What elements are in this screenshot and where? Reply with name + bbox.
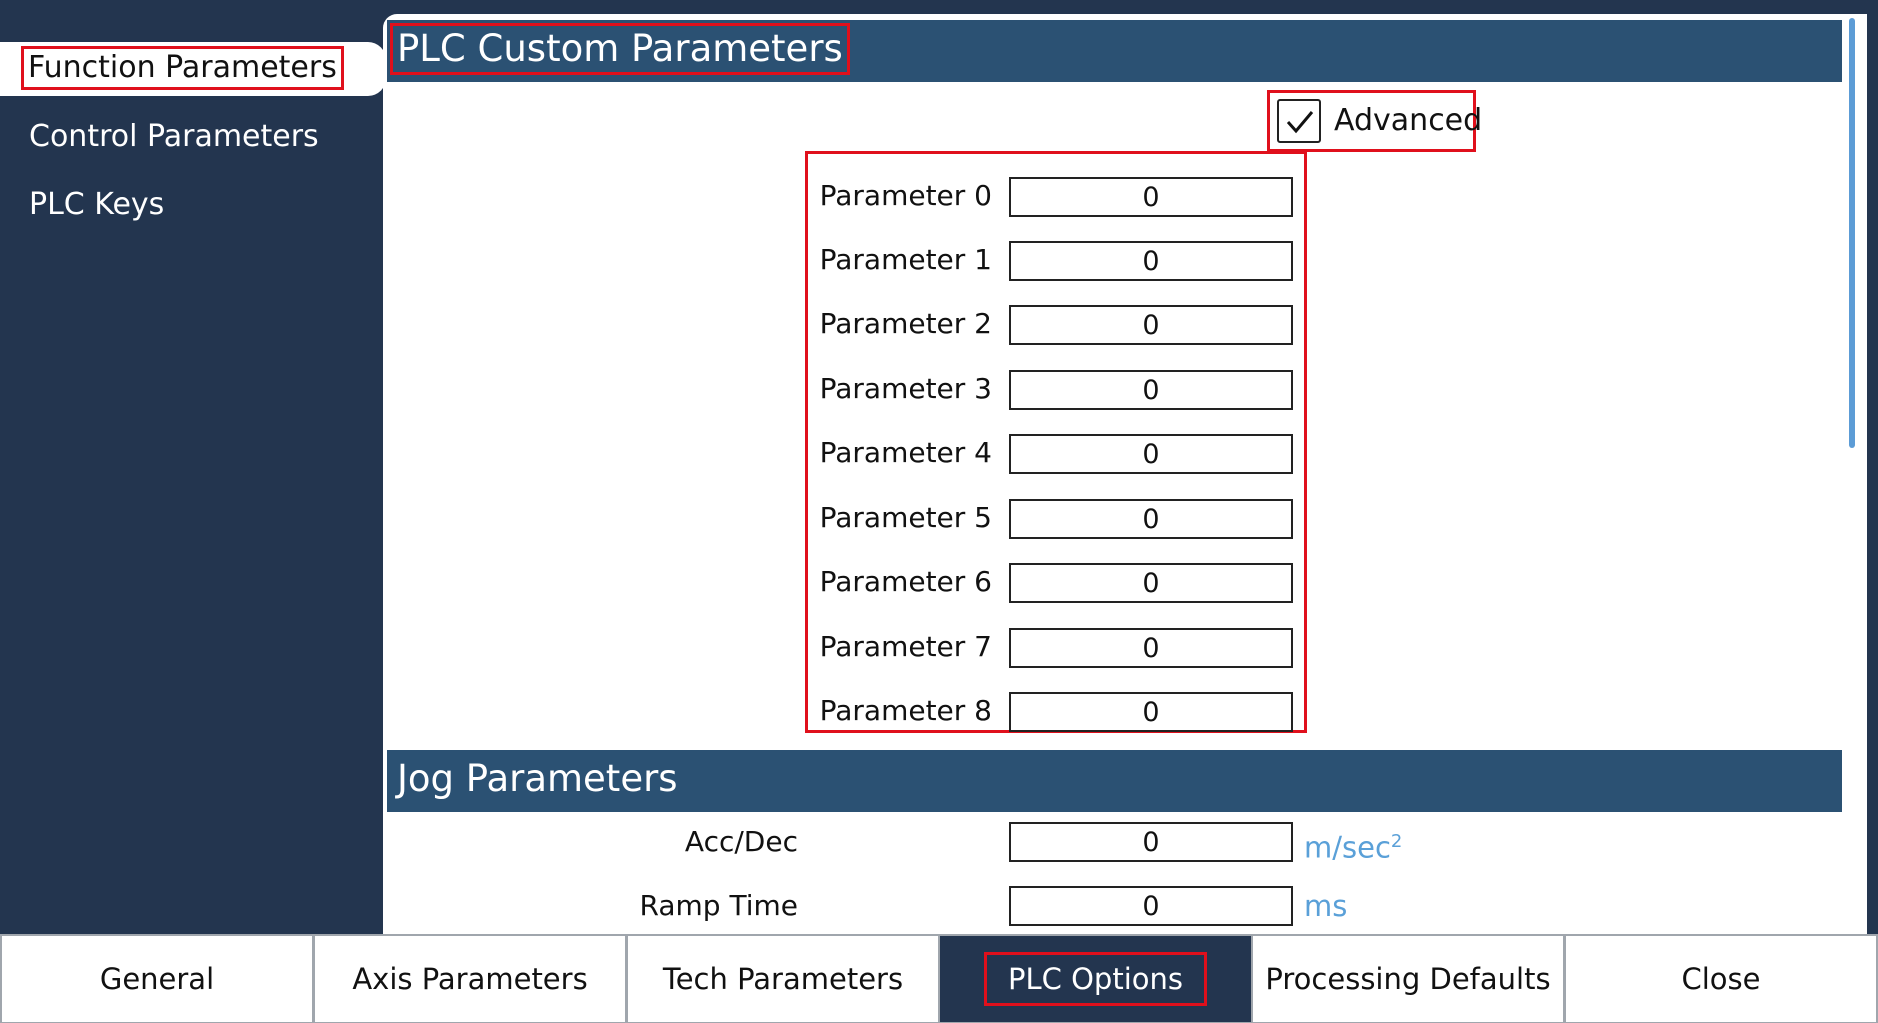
tab-axis-parameters[interactable]: Axis Parameters [315, 936, 625, 1022]
parameter-6-input[interactable] [1009, 563, 1293, 603]
parameter-row: Parameter 8 [807, 690, 1305, 732]
sidebar-item-label: Control Parameters [29, 119, 319, 154]
checkbox-box[interactable] [1277, 99, 1321, 143]
main-panel: PLC Custom Parameters Advanced Parameter… [383, 14, 1867, 934]
parameter-label: Parameter 1 [819, 243, 992, 276]
sidebar-item-label: PLC Keys [29, 187, 165, 222]
bottom-tab-bar: General Axis Parameters Tech Parameters … [0, 934, 1878, 1023]
tab-label: Axis Parameters [352, 962, 588, 996]
parameter-label: Parameter 7 [819, 630, 992, 663]
plc-custom-parameters-header: PLC Custom Parameters [387, 20, 1842, 82]
parameter-0-input[interactable] [1009, 177, 1293, 217]
tab-label: PLC Options [983, 952, 1208, 1006]
section-title: Jog Parameters [397, 757, 678, 800]
parameter-row: Parameter 4 [807, 432, 1305, 474]
parameter-row: Parameter 7 [807, 626, 1305, 668]
parameter-label: Parameter 3 [819, 372, 992, 405]
unit-text: m/sec [1304, 830, 1391, 865]
parameter-3-input[interactable] [1009, 370, 1293, 410]
tab-label: Close [1681, 962, 1761, 996]
parameter-group: Parameter 0 Parameter 1 Parameter 2 Para… [805, 151, 1307, 733]
ramp-time-row: Ramp Time ms [383, 884, 1867, 928]
parameter-label: Parameter 2 [819, 307, 992, 340]
parameter-label: Parameter 0 [819, 179, 992, 212]
scrollbar[interactable] [1849, 18, 1855, 448]
parameter-label: Parameter 4 [819, 436, 992, 469]
parameter-5-input[interactable] [1009, 499, 1293, 539]
parameter-row: Parameter 1 [807, 239, 1305, 281]
tab-label: Processing Defaults [1265, 962, 1551, 996]
advanced-checkbox[interactable]: Advanced [1267, 90, 1482, 152]
tab-close[interactable]: Close [1566, 936, 1876, 1022]
sidebar: Function Parameters Control Parameters P… [0, 0, 386, 934]
tab-processing-defaults[interactable]: Processing Defaults [1253, 936, 1563, 1022]
acc-dec-input[interactable] [1009, 822, 1293, 862]
acc-dec-label: Acc/Dec [684, 825, 798, 858]
parameter-row: Parameter 2 [807, 303, 1305, 345]
acc-dec-unit: m/sec2 [1304, 820, 1402, 870]
parameter-label: Parameter 8 [819, 694, 992, 727]
tab-plc-options[interactable]: PLC Options [940, 936, 1251, 1022]
parameter-8-input[interactable] [1009, 692, 1293, 732]
parameter-row: Parameter 0 [807, 175, 1305, 217]
sidebar-item-function-parameters[interactable]: Function Parameters [0, 42, 386, 96]
advanced-label: Advanced [1334, 103, 1483, 138]
tab-label: General [99, 962, 215, 996]
acc-dec-row: Acc/Dec m/sec2 [383, 820, 1867, 865]
parameter-7-input[interactable] [1009, 628, 1293, 668]
sidebar-item-control-parameters[interactable]: Control Parameters [0, 111, 386, 163]
ramp-time-unit: ms [1304, 889, 1348, 923]
ramp-time-label: Ramp Time [639, 889, 798, 922]
unit-superscript: 2 [1390, 831, 1403, 852]
checkmark-icon [1286, 111, 1314, 134]
ramp-time-input[interactable] [1009, 886, 1293, 926]
parameter-row: Parameter 5 [807, 497, 1305, 539]
parameter-row: Parameter 6 [807, 561, 1305, 603]
parameter-1-input[interactable] [1009, 241, 1293, 281]
sidebar-item-label: Function Parameters [21, 46, 344, 90]
parameter-2-input[interactable] [1009, 305, 1293, 345]
parameter-label: Parameter 6 [819, 565, 992, 598]
jog-parameters-header: Jog Parameters [387, 750, 1842, 812]
tab-label: Tech Parameters [662, 962, 904, 996]
section-title: PLC Custom Parameters [390, 23, 850, 75]
tab-tech-parameters[interactable]: Tech Parameters [628, 936, 938, 1022]
sidebar-item-plc-keys[interactable]: PLC Keys [0, 179, 386, 231]
parameter-row: Parameter 3 [807, 368, 1305, 410]
parameter-label: Parameter 5 [819, 501, 992, 534]
parameter-4-input[interactable] [1009, 434, 1293, 474]
tab-general[interactable]: General [2, 936, 312, 1022]
